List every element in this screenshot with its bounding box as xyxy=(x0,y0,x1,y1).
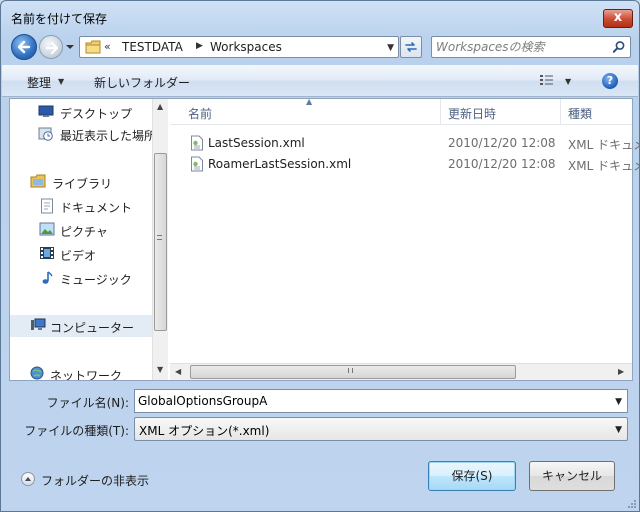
nav-item-computer[interactable]: コンピューター xyxy=(10,315,152,337)
column-date-modified[interactable]: 更新日時 xyxy=(448,105,496,122)
navigation-scrollbar[interactable]: ▲ ▼ xyxy=(152,99,168,380)
filetype-label: ファイルの種類(T): xyxy=(24,424,129,438)
refresh-icon xyxy=(405,42,417,52)
forward-arrow-icon xyxy=(45,41,59,55)
column-divider[interactable] xyxy=(440,99,441,125)
nav-item-network[interactable]: ネットワーク xyxy=(10,363,152,380)
recent-places-icon xyxy=(38,127,53,141)
nav-label: ミュージック xyxy=(60,273,132,287)
nav-label: コンピューター xyxy=(50,321,135,335)
help-icon[interactable]: ? xyxy=(602,73,618,89)
search-icon[interactable] xyxy=(612,40,626,54)
scroll-up-icon[interactable]: ▲ xyxy=(157,102,163,111)
xml-file-icon xyxy=(191,156,203,172)
organize-menu[interactable]: 整理 xyxy=(27,74,51,91)
resize-grip-icon[interactable] xyxy=(627,499,637,509)
nav-label: 最近表示した場所 xyxy=(60,129,157,143)
organize-caret-icon[interactable]: ▼ xyxy=(58,77,64,86)
scrollbar-thumb[interactable] xyxy=(154,153,167,331)
address-dropdown-icon[interactable]: ▼ xyxy=(387,43,394,53)
documents-icon xyxy=(41,198,53,214)
navigation-pane: デスクトップ 最近表示した場所 ライブラリ ドキュメント ピクチャ ビデオ ミュ… xyxy=(10,99,168,380)
nav-item-desktop[interactable]: デスクトップ xyxy=(10,101,152,123)
scrollbar-grip-icon xyxy=(157,235,162,240)
nav-label: ドキュメント xyxy=(60,201,133,215)
save-button[interactable]: 保存(S) xyxy=(428,461,516,491)
recent-pages-dropdown-icon[interactable] xyxy=(65,43,75,51)
cancel-button[interactable]: キャンセル xyxy=(529,461,615,491)
breadcrumb-chevron-icon[interactable]: ▶ xyxy=(196,41,203,51)
filename-input[interactable] xyxy=(138,393,598,409)
file-date: 2010/12/20 12:08 xyxy=(448,136,556,150)
view-options-caret-icon[interactable]: ▼ xyxy=(565,77,571,86)
file-type: XML ドキュメント xyxy=(568,159,640,173)
nav-label: ビデオ xyxy=(60,249,97,263)
scroll-down-icon[interactable]: ▼ xyxy=(157,365,163,374)
file-row[interactable]: RoamerLastSession.xml 2010/12/20 12:08 X… xyxy=(190,154,640,174)
filetype-dropdown-icon[interactable]: ▼ xyxy=(615,425,622,435)
scrollbar-thumb[interactable] xyxy=(190,365,516,379)
forward-button[interactable] xyxy=(39,35,63,59)
file-type: XML ドキュメント xyxy=(568,138,640,152)
scroll-right-icon[interactable]: ▶ xyxy=(618,367,624,376)
file-name: RoamerLastSession.xml xyxy=(208,157,352,171)
filename-dropdown-icon[interactable]: ▼ xyxy=(615,397,622,407)
pictures-icon xyxy=(39,222,55,236)
refresh-button[interactable] xyxy=(400,36,422,58)
nav-label: ピクチャ xyxy=(60,225,108,239)
nav-item-music[interactable]: ミュージック xyxy=(10,267,152,289)
hide-folders-label: フォルダーの非表示 xyxy=(41,474,150,488)
nav-label: ネットワーク xyxy=(50,369,123,380)
search-box[interactable] xyxy=(431,36,631,58)
browser-pane: デスクトップ 最近表示した場所 ライブラリ ドキュメント ピクチャ ビデオ ミュ… xyxy=(9,97,640,381)
videos-icon xyxy=(40,247,54,259)
address-bar[interactable]: « TESTDATA ▶ Workspaces ▼ xyxy=(79,36,399,58)
nav-label: デスクトップ xyxy=(60,107,133,121)
folder-icon xyxy=(85,40,101,54)
sort-ascending-icon: ▲ xyxy=(306,97,313,106)
command-bar: 整理 ▼ 新しいフォルダー ▼ ? xyxy=(2,65,638,97)
filetype-value: XML オプション(*.xml) xyxy=(139,424,270,438)
close-button[interactable]: x xyxy=(603,9,633,28)
nav-item-recent-places[interactable]: 最近表示した場所 xyxy=(10,123,156,145)
search-input[interactable] xyxy=(436,39,606,55)
nav-item-libraries[interactable]: ライブラリ xyxy=(10,171,152,193)
music-icon xyxy=(42,271,53,284)
network-icon xyxy=(30,366,44,380)
column-name[interactable]: 名前 xyxy=(188,105,212,122)
save-as-dialog: 名前を付けて保存 x « TESTDATA ▶ Workspaces ▼ Wor… xyxy=(0,0,640,512)
xml-file-icon xyxy=(191,135,203,151)
change-view-icon[interactable] xyxy=(539,74,555,88)
breadcrumb-workspaces[interactable]: Workspaces xyxy=(210,40,282,54)
title-bar[interactable]: 名前を付けて保存 x xyxy=(1,1,639,31)
back-arrow-icon xyxy=(17,40,31,54)
nav-item-documents[interactable]: ドキュメント xyxy=(10,195,152,217)
file-list-horizontal-scrollbar[interactable]: ◀ ▶ xyxy=(170,363,632,380)
nav-item-pictures[interactable]: ピクチャ xyxy=(10,219,152,241)
breadcrumb-overflow[interactable]: « xyxy=(104,40,111,53)
new-folder-button[interactable]: 新しいフォルダー xyxy=(94,74,190,91)
file-name: LastSession.xml xyxy=(208,136,305,150)
filename-combobox[interactable]: ▼ xyxy=(134,389,628,413)
back-button[interactable] xyxy=(11,34,37,60)
file-date: 2010/12/20 12:08 xyxy=(448,157,556,171)
nav-item-videos[interactable]: ビデオ xyxy=(10,243,152,265)
desktop-icon xyxy=(38,105,54,117)
column-divider[interactable] xyxy=(560,99,561,125)
file-list: ▲ 名前 更新日時 種類 LastSession.xml 2010/12/20 … xyxy=(170,97,640,380)
filetype-select[interactable]: XML オプション(*.xml) ▼ xyxy=(134,417,628,441)
collapse-icon[interactable] xyxy=(21,472,35,486)
file-row[interactable]: LastSession.xml 2010/12/20 12:08 XML ドキュ… xyxy=(190,133,640,153)
scroll-left-icon[interactable]: ◀ xyxy=(175,367,181,376)
window-title: 名前を付けて保存 xyxy=(11,12,108,26)
computer-icon xyxy=(31,318,46,330)
column-header-row: ▲ 名前 更新日時 種類 xyxy=(170,97,632,125)
filename-label: ファイル名(N): xyxy=(46,396,129,410)
breadcrumb-testdata[interactable]: TESTDATA xyxy=(122,40,183,54)
column-type[interactable]: 種類 xyxy=(568,105,592,122)
library-icon xyxy=(30,174,46,188)
nav-label: ライブラリ xyxy=(52,177,113,191)
scrollbar-grip-icon xyxy=(348,368,353,373)
